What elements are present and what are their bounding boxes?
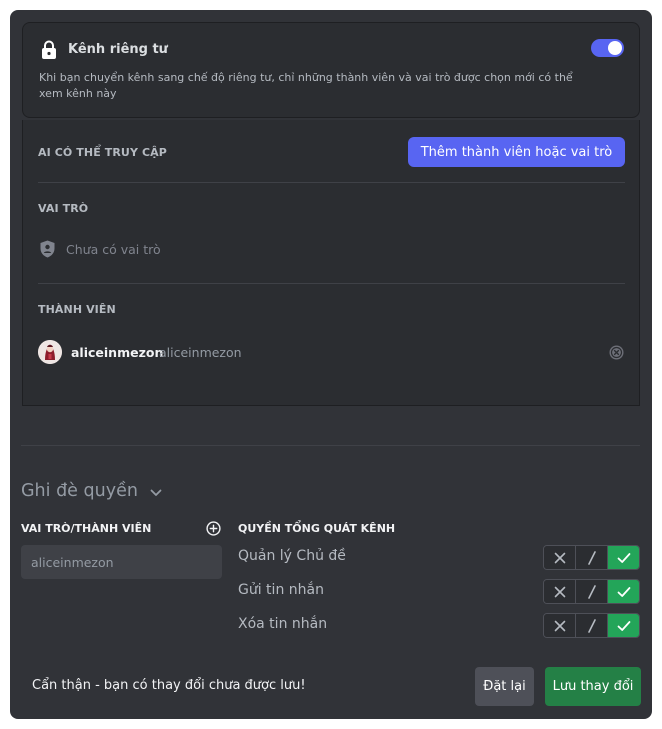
private-channel-title: Kênh riêng tư	[68, 42, 168, 57]
deny-option[interactable]	[544, 580, 576, 603]
checkmark-icon	[617, 586, 630, 597]
save-changes-button[interactable]: Lưu thay đổi	[545, 667, 641, 706]
member-display-name: aliceinmezon	[71, 345, 164, 360]
override-member-entry[interactable]: aliceinmezon	[21, 545, 222, 579]
remove-member-icon[interactable]	[609, 345, 624, 360]
private-channel-description: Khi bạn chuyển kênh sang chế độ riêng tư…	[39, 71, 573, 100]
permission-name: Quản lý Chủ đề	[238, 548, 346, 564]
private-channel-toggle[interactable]	[591, 39, 624, 57]
permission-toggle	[543, 613, 640, 638]
checkmark-icon	[617, 552, 630, 563]
permission-overrides-title[interactable]: Ghi đè quyền	[21, 481, 138, 501]
allow-option[interactable]	[608, 580, 639, 603]
permission-name: Xóa tin nhắn	[238, 616, 328, 632]
allow-option[interactable]	[608, 546, 639, 569]
members-label: THÀNH VIÊN	[38, 303, 116, 316]
reset-button[interactable]: Đặt lại	[475, 667, 534, 706]
access-section-label: AI CÓ THỂ TRUY CẬP	[38, 146, 167, 159]
close-icon	[554, 552, 565, 563]
no-roles-text: Chưa có vai trò	[66, 242, 161, 257]
slash-icon	[587, 584, 596, 599]
neutral-option[interactable]	[576, 546, 608, 569]
general-permissions-label: QUYỀN TỔNG QUÁT KÊNH	[238, 522, 396, 535]
neutral-option[interactable]	[576, 614, 608, 637]
permission-toggle	[543, 545, 640, 570]
role-shield-icon	[40, 240, 55, 258]
add-members-or-roles-button[interactable]: Thêm thành viên hoặc vai trò	[408, 137, 625, 167]
private-channel-card: Kênh riêng tư Khi bạn chuyển kênh sang c…	[22, 22, 640, 118]
member-avatar	[38, 340, 62, 364]
divider	[38, 182, 625, 183]
deny-option[interactable]	[544, 614, 576, 637]
close-icon	[554, 586, 565, 597]
checkmark-icon	[617, 620, 630, 631]
roles-members-column-label: VAI TRÒ/THÀNH VIÊN	[21, 522, 152, 535]
unsaved-changes-message: Cẩn thận - bạn có thay đổi chưa được lưu…	[32, 678, 306, 693]
slash-icon	[587, 618, 596, 633]
divider	[38, 283, 625, 284]
unsaved-changes-bar: Cẩn thận - bạn có thay đổi chưa được lưu…	[21, 662, 641, 710]
neutral-option[interactable]	[576, 580, 608, 603]
add-circle-icon[interactable]	[206, 521, 221, 536]
access-section: AI CÓ THỂ TRUY CẬP Thêm thành viên hoặc …	[22, 120, 640, 406]
permission-toggle	[543, 579, 640, 604]
avatar-image	[38, 340, 62, 364]
close-icon	[554, 620, 565, 631]
lock-icon	[42, 40, 56, 59]
roles-label: VAI TRÒ	[38, 202, 89, 215]
member-username: aliceinmezon	[159, 345, 242, 360]
chevron-down-icon[interactable]	[149, 486, 163, 500]
slash-icon	[587, 550, 596, 565]
permission-name: Gửi tin nhắn	[238, 582, 324, 598]
allow-option[interactable]	[608, 614, 639, 637]
channel-permissions-panel: Kênh riêng tư Khi bạn chuyển kênh sang c…	[10, 10, 652, 719]
section-divider	[21, 445, 640, 446]
deny-option[interactable]	[544, 546, 576, 569]
